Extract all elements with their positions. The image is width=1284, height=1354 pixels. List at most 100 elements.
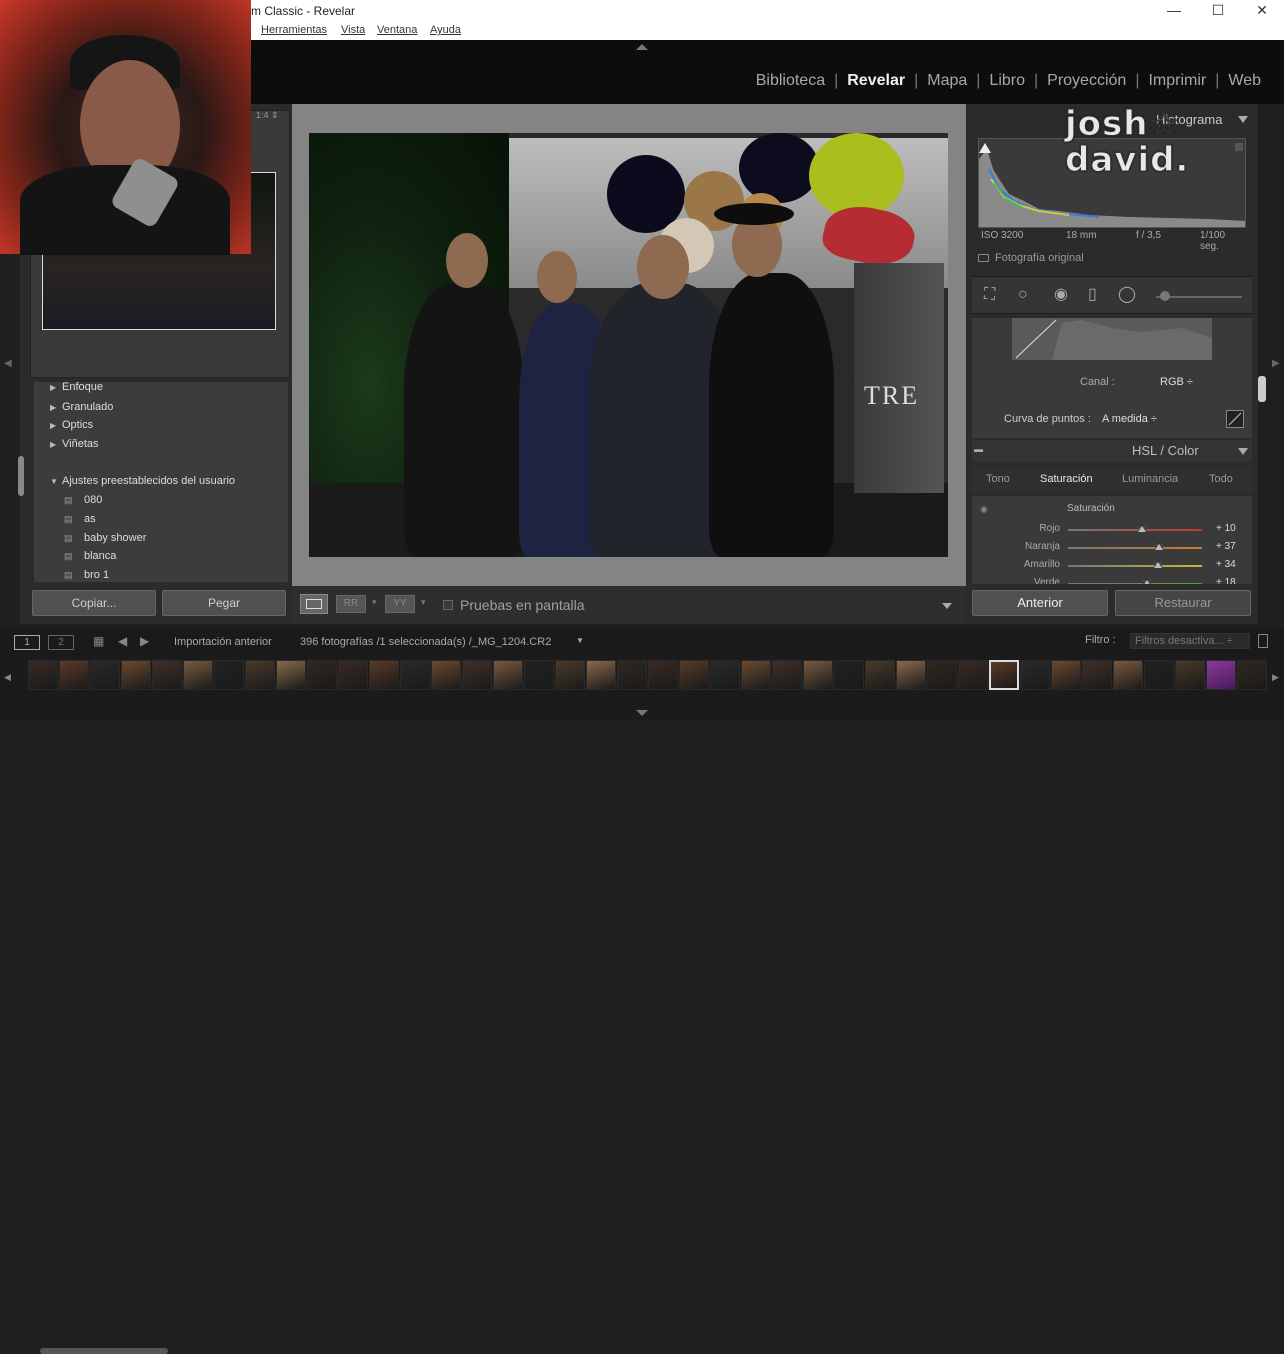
- filmstrip-thumbnail[interactable]: [152, 660, 182, 690]
- section-vinetas[interactable]: ▶ Viñetas: [50, 435, 99, 453]
- point-curve-select[interactable]: A medida ÷: [1102, 413, 1157, 425]
- filmstrip-thumbnail[interactable]: [896, 660, 926, 690]
- menu-ayuda[interactable]: Ayuda: [430, 24, 461, 36]
- filmstrip-thumbnail[interactable]: [90, 660, 120, 690]
- lock-icon[interactable]: [1258, 634, 1268, 648]
- checkbox-icon[interactable]: [978, 254, 989, 263]
- saturation-slider-3[interactable]: Verde + 18: [972, 574, 1252, 584]
- tab-saturacion[interactable]: Saturación: [1040, 473, 1093, 485]
- slider-track[interactable]: [1068, 583, 1202, 584]
- filmstrip-thumbnail[interactable]: [121, 660, 151, 690]
- module-imprimir[interactable]: Imprimir: [1139, 72, 1215, 90]
- saturation-slider-1[interactable]: Naranja + 37: [972, 538, 1252, 556]
- collapse-top-arrow-icon[interactable]: [636, 44, 648, 50]
- preset-item[interactable]: ▤ as: [64, 510, 96, 528]
- user-presets-folder[interactable]: ▼ Ajustes preestablecidos del usuario: [50, 472, 235, 490]
- red-eye-icon[interactable]: ◉: [1054, 287, 1068, 303]
- filmstrip-thumbnail[interactable]: [183, 660, 213, 690]
- filmstrip-thumbnail[interactable]: [493, 660, 523, 690]
- filmstrip-thumbnail[interactable]: [679, 660, 709, 690]
- preset-item[interactable]: ▤ blanca: [64, 547, 116, 565]
- section-granulado[interactable]: ▶ Granulado: [50, 398, 113, 416]
- filmstrip-thumbnail[interactable]: [927, 660, 957, 690]
- slider-track[interactable]: [1068, 529, 1202, 531]
- module-libro[interactable]: Libro: [980, 72, 1034, 90]
- section-enfoque[interactable]: ▶ Enfoque: [50, 382, 103, 396]
- filmstrip-thumbnail[interactable]: [865, 660, 895, 690]
- slider-track[interactable]: [1068, 565, 1202, 567]
- radial-filter-icon[interactable]: ◯: [1118, 287, 1136, 303]
- paste-settings-button[interactable]: Pegar: [162, 590, 286, 616]
- target-adjust-icon[interactable]: ◉: [980, 504, 988, 515]
- filmstrip-thumbnail[interactable]: [431, 660, 461, 690]
- tone-curve-graph[interactable]: [1012, 318, 1212, 360]
- filmstrip-thumbnail[interactable]: [555, 660, 585, 690]
- section-optics[interactable]: ▶ Optics: [50, 416, 93, 434]
- maximize-button[interactable]: ☐: [1196, 0, 1240, 22]
- filmstrip-thumbnail[interactable]: [958, 660, 988, 690]
- filmstrip-thumbnail[interactable]: [524, 660, 554, 690]
- tab-luminancia[interactable]: Luminancia: [1122, 473, 1178, 485]
- hsl-panel-header[interactable]: ▬ HSL / Color: [972, 440, 1252, 462]
- filmstrip-thumbnail[interactable]: [741, 660, 771, 690]
- slider-value[interactable]: + 18: [1216, 577, 1236, 584]
- filmstrip-thumbnail[interactable]: [462, 660, 492, 690]
- filmstrip-thumbnail[interactable]: [59, 660, 89, 690]
- filmstrip-left-icon[interactable]: ◀: [4, 672, 11, 683]
- slider-thumb[interactable]: [1143, 579, 1152, 584]
- slider-value[interactable]: + 34: [1216, 559, 1236, 570]
- collapse-icon[interactable]: [1238, 448, 1248, 455]
- channel-select[interactable]: RGB ÷: [1160, 376, 1193, 388]
- previous-button[interactable]: Anterior: [972, 590, 1108, 616]
- before-after-icon[interactable]: RR: [336, 595, 366, 613]
- filmstrip-thumbnail[interactable]: [28, 660, 58, 690]
- forward-arrow-icon[interactable]: ▶: [140, 634, 149, 648]
- filmstrip-thumbnail[interactable]: [369, 660, 399, 690]
- collapse-bottom-arrow-icon[interactable]: [636, 710, 648, 716]
- tab-todo[interactable]: Todo: [1209, 473, 1233, 485]
- soft-proof-checkbox[interactable]: [443, 600, 453, 610]
- menu-ventana[interactable]: Ventana: [377, 24, 417, 36]
- module-biblioteca[interactable]: Biblioteca: [747, 72, 834, 90]
- filmstrip-thumbnail[interactable]: [276, 660, 306, 690]
- filter-select[interactable]: Filtros desactiva... ÷: [1130, 633, 1250, 649]
- filmstrip-thumbnail[interactable]: [1144, 660, 1174, 690]
- filmstrip-thumbnail[interactable]: [1051, 660, 1081, 690]
- menu-vista[interactable]: Vista: [341, 24, 365, 36]
- navigator-zoom[interactable]: 1:4 ⇕: [256, 110, 279, 121]
- minimize-button[interactable]: —: [1152, 0, 1196, 22]
- filmstrip-thumbnail[interactable]: [648, 660, 678, 690]
- source-label[interactable]: Importación anterior: [174, 636, 272, 648]
- spot-removal-icon[interactable]: ○: [1018, 287, 1028, 303]
- monitor-2-button[interactable]: 2: [48, 635, 74, 650]
- close-button[interactable]: ✕: [1240, 0, 1284, 22]
- filmstrip-thumbnail[interactable]: [772, 660, 802, 690]
- filmstrip-scrollbar[interactable]: [40, 1348, 168, 1354]
- filmstrip-thumbnail[interactable]: [586, 660, 616, 690]
- slider-value[interactable]: + 10: [1216, 523, 1236, 534]
- saturation-slider-2[interactable]: Amarillo + 34: [972, 556, 1252, 574]
- filmstrip-thumbnail[interactable]: [617, 660, 647, 690]
- filmstrip-thumbnail[interactable]: [710, 660, 740, 690]
- monitor-1-button[interactable]: 1: [14, 635, 40, 650]
- crop-icon[interactable]: ⛶: [984, 287, 995, 303]
- module-proyeccion[interactable]: Proyección: [1038, 72, 1135, 90]
- module-web[interactable]: Web: [1219, 72, 1270, 90]
- chevron-down-icon[interactable]: ▾: [372, 597, 377, 608]
- filmstrip-thumbnail[interactable]: [1113, 660, 1143, 690]
- before-after-swap-icon[interactable]: YY: [385, 595, 415, 613]
- slider-thumb[interactable]: [1153, 561, 1162, 568]
- filmstrip-thumbnail[interactable]: [245, 660, 275, 690]
- chevron-down-icon[interactable]: ▾: [421, 597, 426, 608]
- filmstrip-thumbnail[interactable]: [338, 660, 368, 690]
- filmstrip-thumbnail[interactable]: [1020, 660, 1050, 690]
- copy-settings-button[interactable]: Copiar...: [32, 590, 156, 616]
- filmstrip-thumbnail[interactable]: [307, 660, 337, 690]
- filmstrip-thumbnail[interactable]: [834, 660, 864, 690]
- slider-value[interactable]: + 37: [1216, 541, 1236, 552]
- slider-thumb[interactable]: [1155, 543, 1164, 550]
- saturation-slider-0[interactable]: Rojo + 10: [972, 520, 1252, 538]
- chevron-down-icon[interactable]: ▼: [576, 636, 584, 645]
- filmstrip-thumbnail[interactable]: [803, 660, 833, 690]
- original-photo-toggle[interactable]: Fotografía original: [978, 252, 1084, 264]
